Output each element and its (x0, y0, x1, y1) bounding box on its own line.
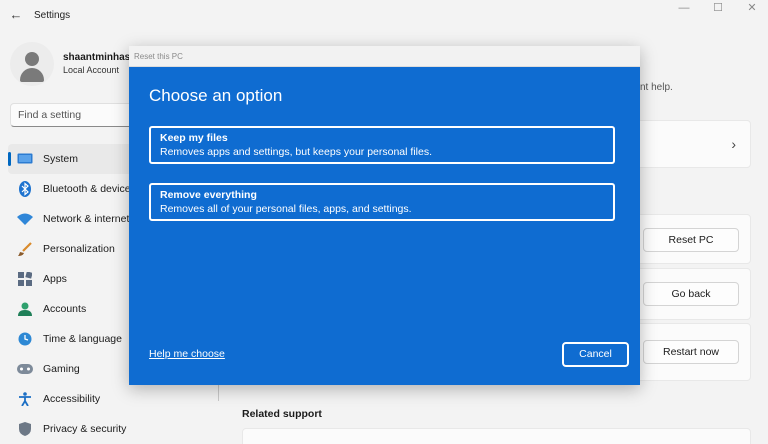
clock-globe-icon (17, 331, 33, 347)
sidebar-item-system[interactable]: System (8, 144, 136, 174)
sidebar-item-gaming[interactable]: Gaming (8, 354, 136, 384)
accessibility-icon (17, 391, 33, 407)
sidebar-item-label: Network & internet (43, 213, 130, 225)
option-description: Removes all of your personal files, apps… (160, 203, 412, 215)
avatar (10, 42, 54, 86)
sidebar-item-accounts[interactable]: Accounts (8, 294, 136, 324)
sidebar-nav: System Bluetooth & devices Network & int… (8, 144, 136, 444)
maximize-button[interactable]: ☐ (700, 0, 736, 18)
option-title: Keep my files (160, 132, 228, 144)
go-back-button[interactable]: Go back (643, 282, 739, 306)
settings-window: ← Settings — ☐ ✕ shaantminhas Local Acco… (0, 0, 768, 444)
sidebar-item-label: Apps (43, 273, 67, 285)
chevron-right-icon: › (731, 136, 736, 152)
related-support-card[interactable] (242, 428, 751, 444)
recovery-help-text: nt help. (640, 82, 673, 93)
sidebar-item-label: Accounts (43, 303, 87, 315)
monitor-icon (17, 151, 33, 167)
account-type: Local Account (63, 65, 120, 75)
option-description: Removes apps and settings, but keeps you… (160, 146, 432, 158)
sidebar-item-apps[interactable]: Apps (8, 264, 136, 294)
bluetooth-icon (17, 181, 33, 197)
remove-everything-option[interactable]: Remove everything Removes all of your pe… (149, 183, 615, 221)
minimize-button[interactable]: — (666, 0, 702, 18)
scrollbar-track[interactable] (218, 385, 219, 401)
recovery-link-card[interactable]: › (621, 120, 751, 168)
option-title: Remove everything (160, 189, 257, 201)
close-button[interactable]: ✕ (734, 0, 768, 18)
brush-icon (17, 241, 33, 257)
sidebar-item-label: Gaming (43, 363, 80, 375)
sidebar-item-label: Personalization (43, 243, 115, 255)
keep-my-files-option[interactable]: Keep my files Removes apps and settings,… (149, 126, 615, 164)
sidebar-item-privacy-security[interactable]: Privacy & security (8, 414, 136, 444)
avatar-head-icon (25, 52, 39, 66)
reset-pc-dialog: Reset this PC Choose an option Keep my f… (129, 46, 640, 385)
sidebar-item-label: Accessibility (43, 393, 101, 405)
help-me-choose-link[interactable]: Help me choose (149, 348, 225, 360)
dialog-heading: Choose an option (149, 86, 283, 105)
cancel-button[interactable]: Cancel (562, 342, 629, 367)
search-input[interactable]: Find a setting (10, 103, 136, 127)
related-support-heading: Related support (242, 408, 322, 420)
shield-icon (17, 421, 33, 437)
sidebar-item-network[interactable]: Network & internet (8, 204, 136, 234)
dialog-title-bar: Reset this PC (129, 46, 640, 67)
sidebar-item-bluetooth[interactable]: Bluetooth & devices (8, 174, 136, 204)
user-name: shaantminhas (63, 52, 131, 63)
sidebar-item-label: Time & language (43, 333, 122, 345)
title-bar: ← Settings — ☐ ✕ (0, 0, 768, 32)
sidebar-item-time-language[interactable]: Time & language (8, 324, 136, 354)
reset-pc-button[interactable]: Reset PC (643, 228, 739, 252)
user-profile[interactable]: shaantminhas Local Account (10, 40, 130, 86)
avatar-body-icon (20, 68, 44, 82)
apps-icon (17, 271, 33, 287)
back-arrow-icon[interactable]: ← (8, 7, 24, 23)
wifi-icon (17, 211, 33, 227)
sidebar-item-personalization[interactable]: Personalization (8, 234, 136, 264)
restart-now-button[interactable]: Restart now (643, 340, 739, 364)
sidebar-item-label: Bluetooth & devices (43, 183, 136, 195)
sidebar-item-label: Privacy & security (43, 423, 127, 435)
gamepad-icon (17, 361, 33, 377)
sidebar-item-label: System (43, 153, 79, 165)
app-title: Settings (34, 10, 71, 21)
sidebar-item-accessibility[interactable]: Accessibility (8, 384, 136, 414)
person-icon (17, 301, 33, 317)
